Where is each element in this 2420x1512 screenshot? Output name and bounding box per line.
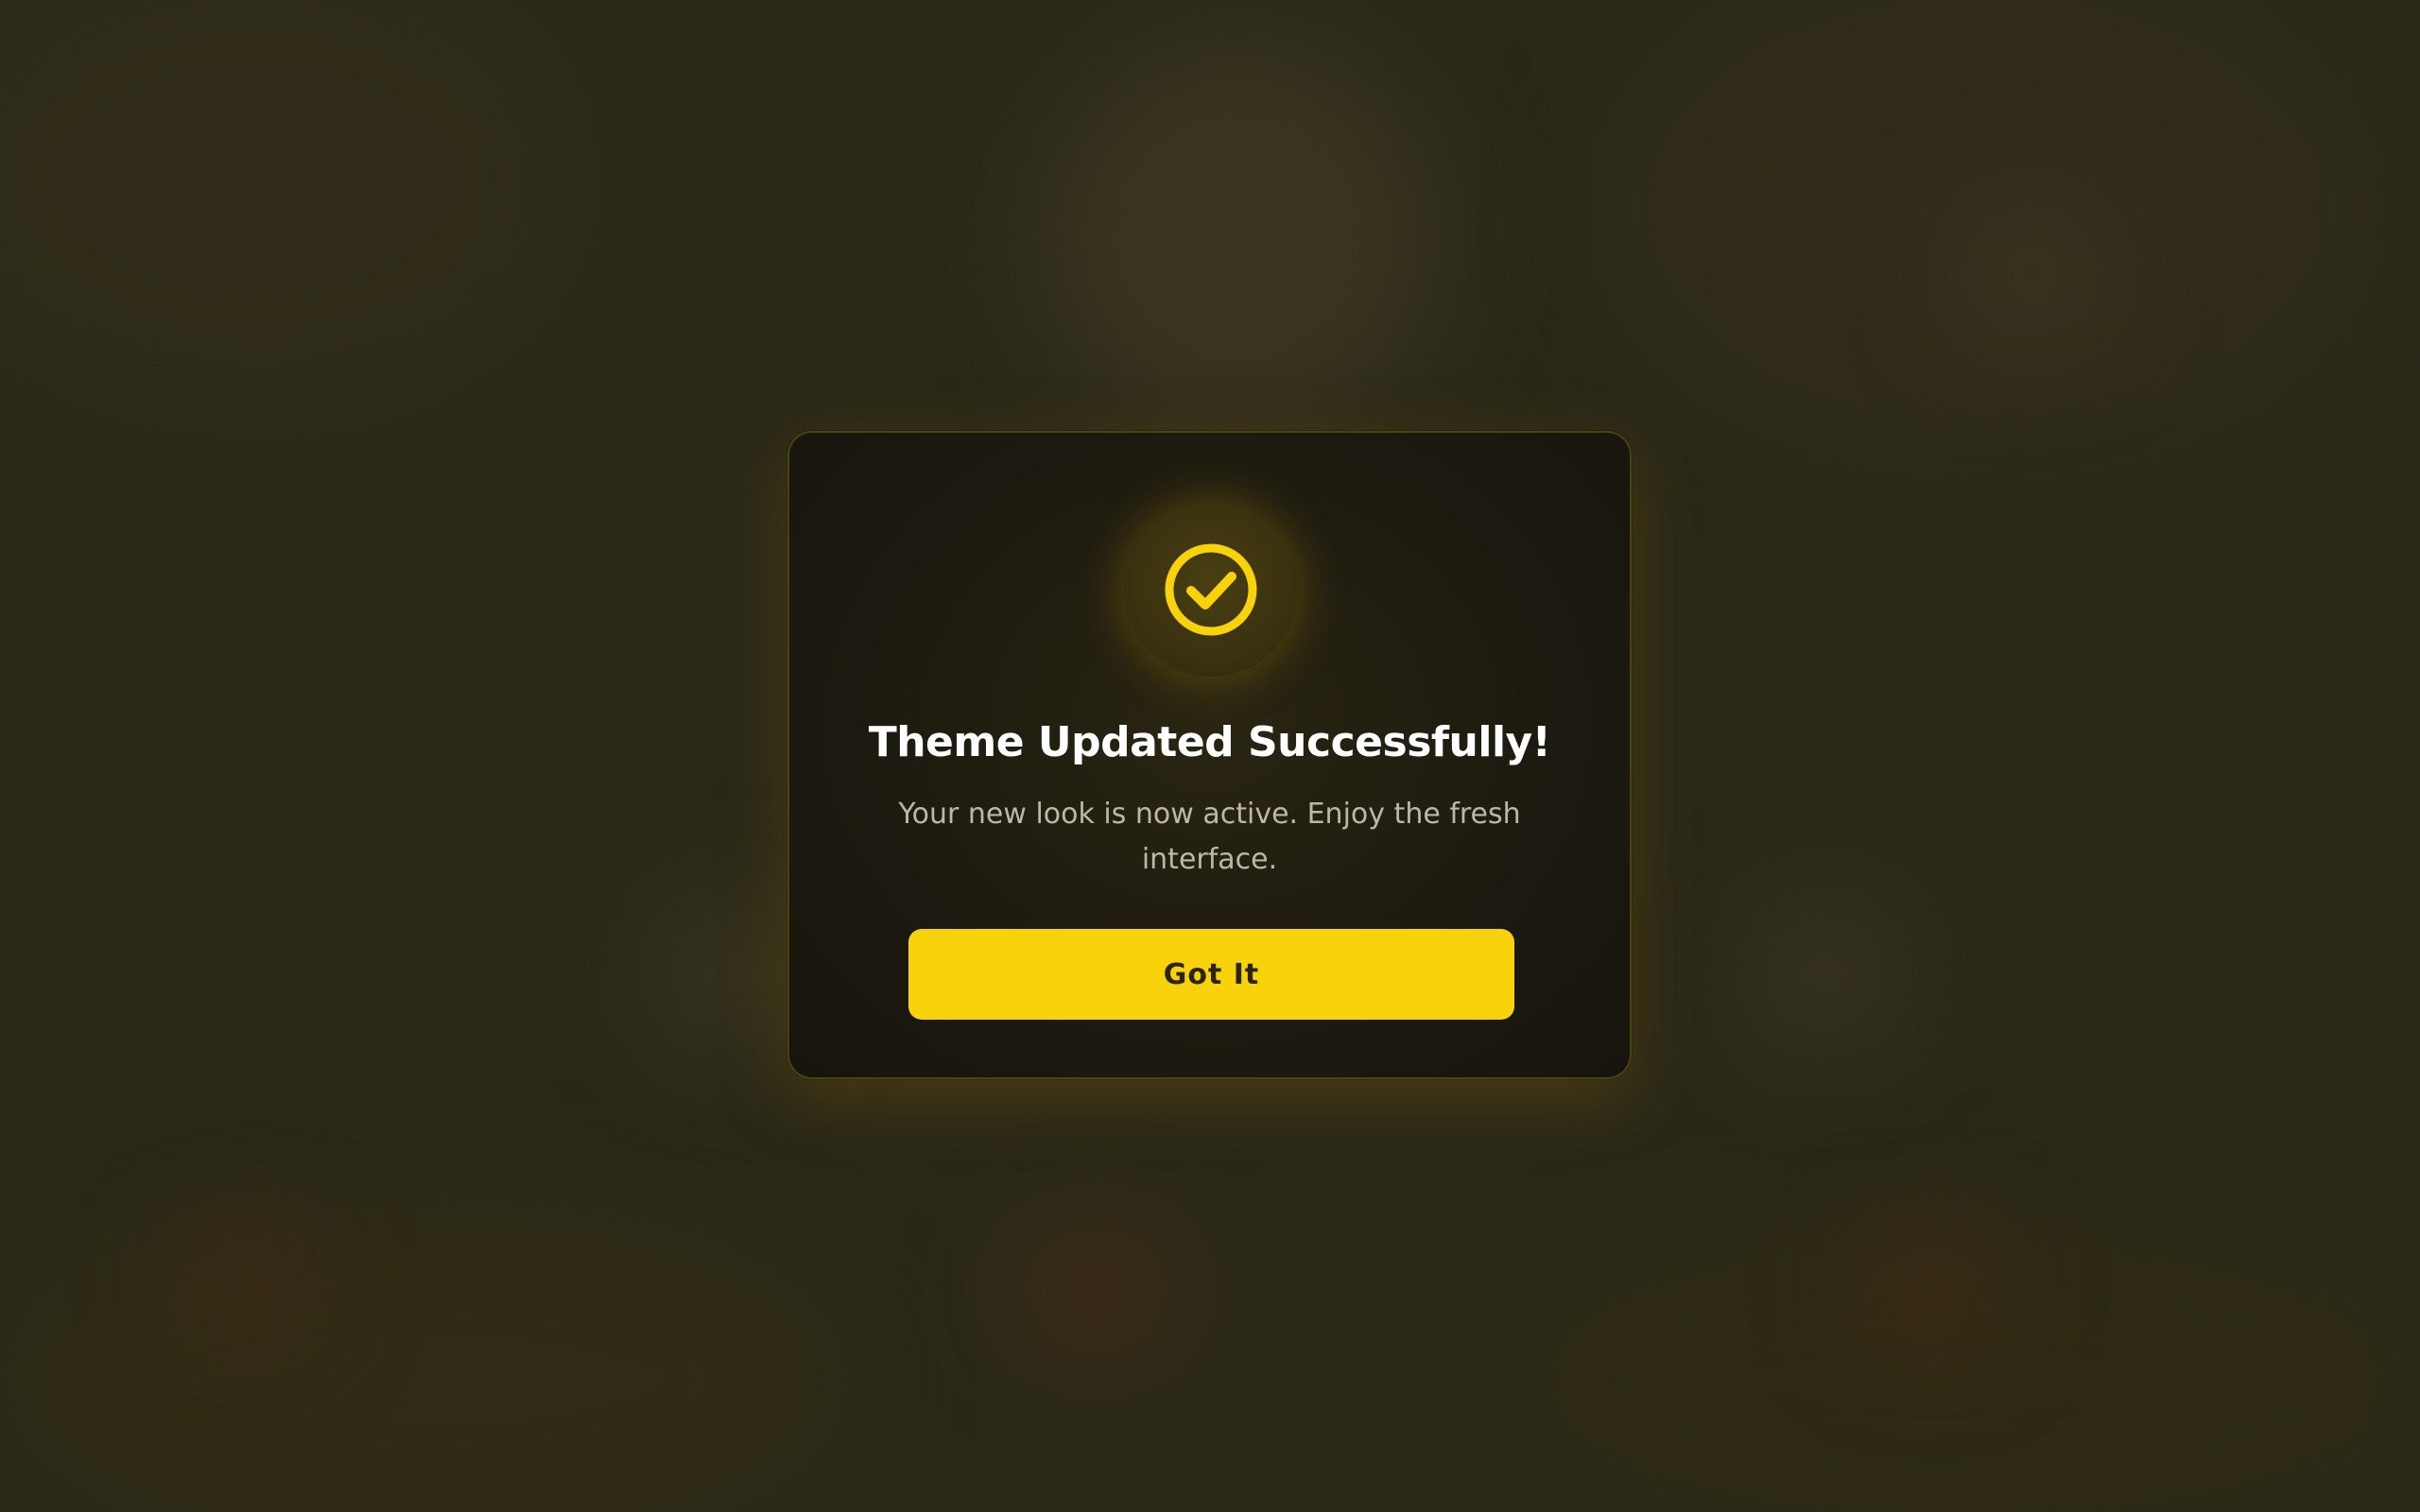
dialog-title: Theme Updated Successfully! xyxy=(868,718,1551,766)
success-icon-badge xyxy=(1124,503,1298,677)
success-dialog: Theme Updated Successfully! Your new loo… xyxy=(787,431,1632,1079)
got-it-button[interactable]: Got It xyxy=(908,929,1514,1020)
dialog-message: Your new look is now active. Enjoy the f… xyxy=(898,798,1521,876)
check-circle-icon xyxy=(1165,543,1257,636)
